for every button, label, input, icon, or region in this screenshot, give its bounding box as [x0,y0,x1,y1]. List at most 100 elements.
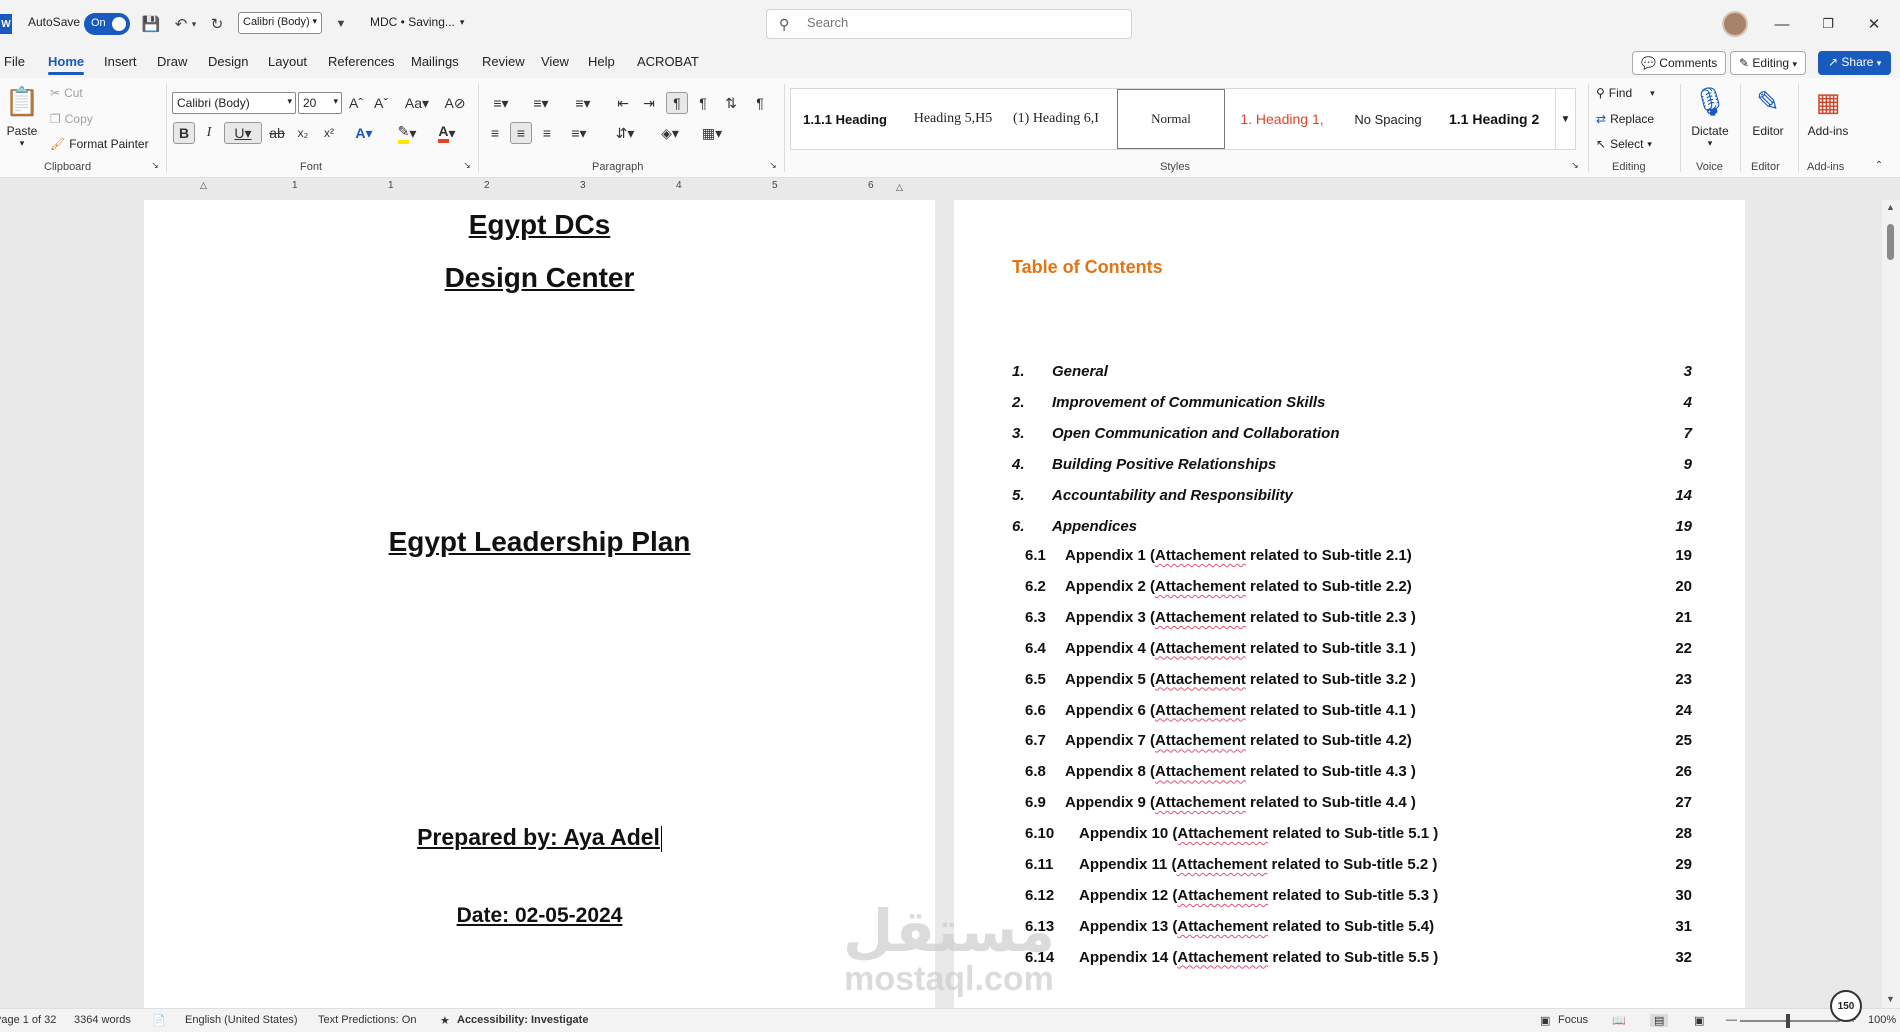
toc-entry[interactable]: 5. Accountability and Responsibility 14 [1012,487,1692,507]
page-cover[interactable]: Egypt DCs Design Center Egypt Leadership… [144,200,935,1008]
zoom-slider[interactable] [1740,1020,1840,1022]
horizontal-ruler[interactable]: △ 1 1 2 3 4 5 6 △ [200,180,935,196]
shrink-font-icon[interactable]: Aˇ [370,92,392,114]
undo-dropdown-icon[interactable]: ▾ [188,13,200,35]
autosave-toggle[interactable]: On [84,13,130,35]
grow-font-icon[interactable]: Aˆ [345,92,367,114]
style-heading3[interactable]: 1.1.1 Heading [791,89,899,149]
ltr-icon[interactable]: ¶ [666,92,688,114]
zoom-slider-knob[interactable] [1786,1014,1790,1028]
redo-icon[interactable]: ↻ [206,13,228,35]
toc-subentry[interactable]: 6.2 Appendix 2 (Attachement related to Su… [1012,578,1692,598]
zoom-level[interactable]: 100% [1868,1014,1896,1026]
bullets-icon[interactable]: ≡▾ [484,92,518,114]
text-effects-icon[interactable]: A▾ [347,122,381,144]
styles-more-icon[interactable]: ▼ [1555,89,1575,149]
justify-icon[interactable]: ≡▾ [562,122,596,144]
sort-icon[interactable]: ⇅ [720,92,742,114]
font-size-select[interactable]: 20 ▾ [298,92,342,114]
tab-home[interactable]: Home [48,54,85,75]
style-heading6[interactable]: (1) Heading 6,I [1007,89,1107,149]
toc-subentry[interactable]: 6.11 Appendix 11 (Attachement related to … [1012,856,1692,876]
numbering-icon[interactable]: ≡▾ [524,92,558,114]
scroll-down-icon[interactable]: ▼ [1886,994,1895,1004]
format-painter-button[interactable]: 🖌 Format Painter [50,137,149,151]
align-right-icon[interactable]: ≡ [536,122,558,144]
cut-button[interactable]: ✂ Cut [50,86,83,100]
rtl-icon[interactable]: ¶ [692,92,714,114]
customize-toolbar-icon[interactable]: ▼ [330,13,352,35]
toc-subentry[interactable]: 6.3 Appendix 3 (Attachement related to Su… [1012,609,1692,629]
dialog-launcher-icon[interactable]: ↘ [460,158,474,172]
focus-label[interactable]: Focus [1558,1014,1588,1026]
font-family-select[interactable]: Calibri (Body) ▾ [172,92,296,114]
toc-subentry[interactable]: 6.4 Appendix 4 (Attachement related to Su… [1012,640,1692,660]
line-spacing-icon[interactable]: ⇵▾ [608,122,642,144]
align-left-icon[interactable]: ≡ [484,122,506,144]
toc-entry[interactable]: 1. General 3 [1012,363,1692,383]
zoom-badge[interactable]: 150 [1830,990,1862,1022]
paste-button[interactable]: 📋 Paste ▾ [0,84,44,149]
replace-button[interactable]: ⇄ Replace [1596,112,1654,126]
tab-file[interactable]: File [4,54,25,69]
right-indent-marker-icon[interactable]: △ [896,182,903,193]
style-heading2[interactable]: 1.1 Heading 2 [1439,89,1549,149]
close-icon[interactable]: ✕ [1862,12,1886,36]
indent-marker-icon[interactable]: △ [200,180,207,191]
copy-button[interactable]: ❐ Copy [50,112,93,126]
text-predictions[interactable]: Text Predictions: On [318,1014,416,1026]
find-button[interactable]: ⚲ Find ▾ [1596,86,1655,100]
select-button[interactable]: ↖ Select ▾ [1596,137,1652,151]
page-count[interactable]: Page 1 of 32 [0,1014,56,1026]
toc-subentry[interactable]: 6.14 Appendix 14 (Attachement related to … [1012,949,1692,969]
editor-button[interactable]: ✎ Editor [1738,84,1798,138]
restore-icon[interactable]: ❐ [1816,12,1840,36]
highlight-icon[interactable]: ✎ ▾ [390,122,424,144]
show-marks-icon[interactable]: ¶ [749,92,771,114]
toc-entry[interactable]: 2. Improvement of Communication Skills 4 [1012,394,1692,414]
toc-subentry[interactable]: 6.13 Appendix 13 (Attachement related to … [1012,918,1692,938]
tab-review[interactable]: Review [482,54,525,69]
scrollbar-thumb[interactable] [1887,224,1894,260]
quick-font-select[interactable]: Calibri (Body) ▾ [238,12,322,34]
document-title[interactable]: MDC • Saving... ▾ [370,15,464,29]
avatar[interactable] [1722,11,1748,37]
addins-button[interactable]: ▦ Add-ins [1798,84,1858,138]
toc-subentry[interactable]: 6.7 Appendix 7 (Attachement related to Su… [1012,732,1692,752]
bold-icon[interactable]: B [173,122,195,144]
underline-icon[interactable]: U▾ [224,122,262,144]
search-input[interactable] [807,15,1107,30]
style-heading1[interactable]: 1. Heading 1, [1227,89,1337,149]
focus-icon[interactable]: ▣ [1540,1014,1550,1027]
print-layout-icon[interactable]: ▤ [1650,1014,1669,1027]
proofing-icon[interactable]: 📄 [152,1014,166,1027]
change-case-icon[interactable]: Aa▾ [400,92,434,114]
page-toc[interactable]: Table of Contents 1. General 3 2. Improvemen… [954,200,1745,1008]
read-mode-icon[interactable]: 📖 [1612,1014,1626,1027]
font-color-icon[interactable]: A ▾ [430,122,464,144]
toc-subentry[interactable]: 6.1 Appendix 1 (Attachement related to Su… [1012,547,1692,567]
search-box[interactable]: ⚲ [766,9,1132,39]
style-no-spacing[interactable]: No Spacing [1337,89,1439,149]
tab-help[interactable]: Help [588,54,615,69]
toc-entry[interactable]: 4. Building Positive Relationships 9 [1012,456,1692,476]
tab-acrobat[interactable]: ACROBAT [637,54,699,69]
comments-button[interactable]: 💬 Comments [1632,51,1727,75]
increase-indent-icon[interactable]: ⇥ [638,92,660,114]
save-icon[interactable]: 💾 [140,13,162,35]
align-center-icon[interactable]: ≡ [510,122,532,144]
subscript-icon[interactable]: x₂ [292,122,314,144]
superscript-icon[interactable]: x² [318,122,340,144]
tab-references[interactable]: References [328,54,394,69]
borders-icon[interactable]: ▦▾ [694,122,730,144]
share-button[interactable]: ↗ Share ▾ [1818,51,1892,75]
style-heading5[interactable]: Heading 5,H5 [899,89,1007,149]
tab-draw[interactable]: Draw [157,54,187,69]
toc-entry[interactable]: 3. Open Communication and Collaboration 7 [1012,425,1692,445]
decrease-indent-icon[interactable]: ⇤ [612,92,634,114]
toc-entry[interactable]: 6. Appendices 19 [1012,518,1692,538]
scroll-up-icon[interactable]: ▲ [1886,202,1895,212]
toc-subentry[interactable]: 6.10 Appendix 10 (Attachement related to … [1012,825,1692,845]
toc-subentry[interactable]: 6.5 Appendix 5 (Attachement related to Su… [1012,671,1692,691]
minimize-icon[interactable]: — [1770,12,1794,36]
